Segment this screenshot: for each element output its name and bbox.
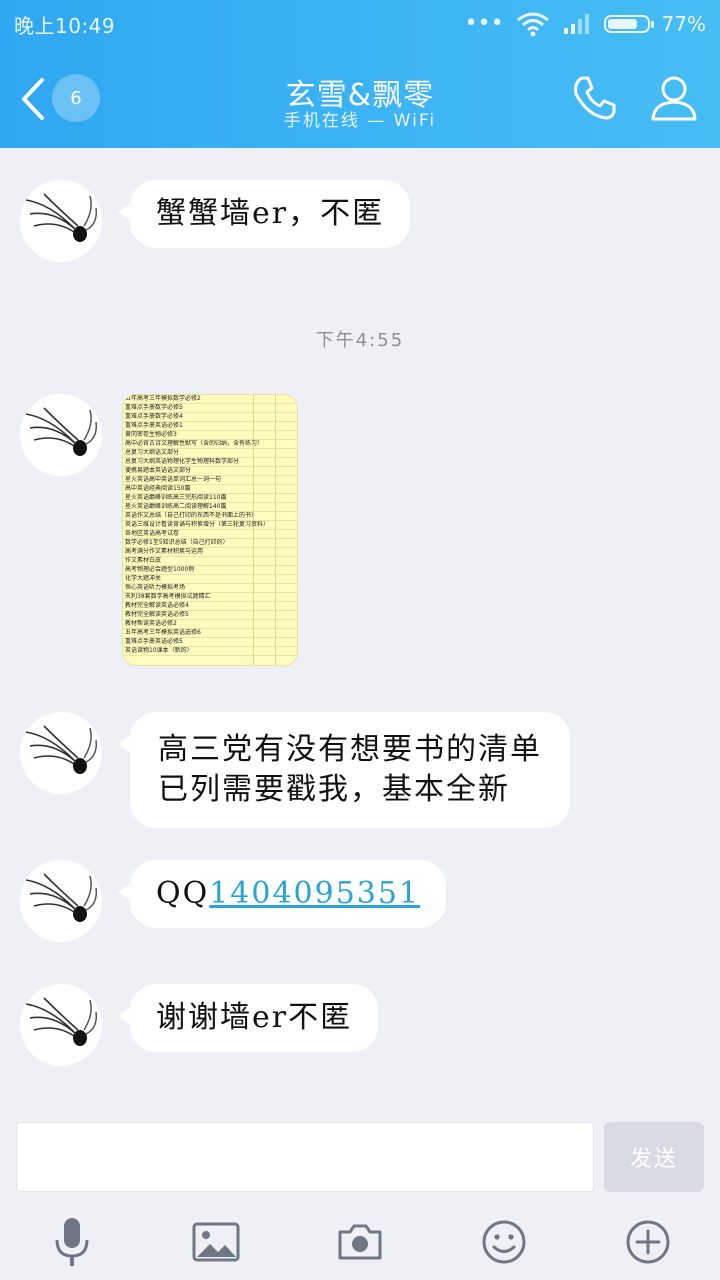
sheet-row: 高考满分作文素材积累与运用 (123, 548, 297, 557)
microphone-icon (55, 1218, 89, 1266)
avatar[interactable] (20, 984, 102, 1066)
message-row: QQ1404095351 (20, 860, 447, 942)
sheet-row: 恒心英语听力模拟考场 (123, 584, 297, 593)
signal-icon (563, 14, 589, 34)
sheet-row: 英语作文总结（自己打印的东西不是书面上的书） (123, 512, 297, 521)
sheet-row: 总复习大纲语文部分 (123, 449, 297, 458)
phone-icon (574, 76, 616, 120)
emoji-button[interactable] (478, 1216, 530, 1268)
sheet-row: 便携易题本英语语文部分 (123, 467, 297, 476)
battery-percent: 77% (661, 12, 706, 36)
spreadsheet-image[interactable]: 五年高考三年模拟数学必修2 重难点手册数学必修5 重难点手册数学必修4 重难点手册英语… (122, 394, 298, 666)
message-input[interactable] (16, 1122, 594, 1192)
ink-fish-avatar-icon (25, 997, 98, 1046)
status-icons: ••• 77% (465, 8, 706, 40)
qq-prefix: QQ (156, 876, 210, 911)
sheet-row: 教材完全解读英语必修5 (123, 611, 297, 620)
voice-button[interactable] (46, 1216, 98, 1268)
sheet-row: 教材完全解读英语必修4 (123, 602, 297, 611)
sheet-row: 化学大题冲关 (123, 575, 297, 584)
avatar[interactable] (20, 712, 102, 794)
message-row: 高三党有没有想要书的清单 已列需要戳我，基本全新 (20, 712, 570, 828)
status-time: 晚上10:49 (14, 14, 116, 38)
sheet-row: 星火英语高中英语单词汇总一词一句 (123, 476, 297, 485)
message-row: 五年高考三年模拟数学必修2 重难点手册数学必修5 重难点手册数学必修4 重难点手册英语… (20, 394, 298, 666)
sheet-row: 星火英语巅峰训练高二阅读理解140篇 (123, 503, 297, 512)
plus-circle-icon (626, 1220, 670, 1264)
sheet-row: 高中英语经典阅读150篇 (123, 485, 297, 494)
message-line: 高三党有没有想要书的清单 (158, 732, 542, 767)
back-arrow-icon (22, 78, 44, 120)
more-button[interactable] (622, 1216, 674, 1268)
sheet-row: 黄冈密卷生物必修3 (123, 431, 297, 440)
person-icon (651, 76, 697, 121)
avatar[interactable] (20, 860, 102, 942)
call-button[interactable] (568, 72, 620, 124)
avatar[interactable] (20, 394, 102, 476)
message-text: 谢谢墙er不匿 (156, 1000, 353, 1035)
sheet-row: 高中必背古诗文理解性默写（含的归纳，含有练习） (123, 440, 297, 449)
message-text: 蟹蟹墙er，不匿 (156, 196, 385, 231)
sheet-row: 作文素材白皮 (123, 557, 297, 566)
composer: 发送 (0, 1110, 720, 1280)
message-bubble[interactable]: QQ1404095351 (117, 860, 447, 928)
composer-toolbar (0, 1210, 720, 1274)
message-bubble[interactable]: 蟹蟹墙er，不匿 (117, 180, 411, 248)
sheet-row: 各地区英语高考试卷 (123, 530, 297, 539)
image-button[interactable] (190, 1216, 242, 1268)
sheet-row: 高考物理必会题型1000例 (123, 566, 297, 575)
wifi-icon (516, 12, 549, 37)
sheet-row: 教材帮读英语必修2 (123, 620, 297, 629)
ink-fish-avatar-icon (25, 873, 98, 922)
sheet-row: 重难点手册英语必修1 (123, 422, 297, 431)
status-bar: 晚上10:49 ••• 77% (0, 0, 720, 48)
more-dots-icon: ••• (464, 11, 504, 36)
camera-button[interactable] (334, 1216, 386, 1268)
avatar[interactable] (20, 180, 102, 262)
sheet-row: 星火英语巅峰训练高三完形阅读110篇 (123, 494, 297, 503)
ink-fish-avatar-icon (25, 193, 98, 242)
unread-count-badge[interactable]: 6 (52, 74, 100, 122)
message-text: 高三党有没有想要书的清单 已列需要戳我，基本全新 (130, 712, 570, 828)
message-text: QQ1404095351 (130, 860, 446, 928)
message-row: 蟹蟹墙er，不匿 (20, 180, 411, 262)
message-bubble[interactable]: 谢谢墙er不匿 (117, 984, 379, 1052)
sheet-row: 五年高考三年模拟英语选修6 (123, 629, 297, 638)
chat-subtitle: 手机在线 — WiFi (283, 111, 437, 131)
image-icon (192, 1222, 240, 1262)
smiley-icon (482, 1220, 526, 1264)
sheet-row: 重难点手册数学必修4 (123, 413, 297, 422)
sheet-row: 重难点手册英语必修5 (123, 638, 297, 647)
message-timestamp: 下午4:55 (315, 330, 405, 351)
battery-icon (603, 15, 654, 33)
sheet-row: 数学必修1至5知识总结（自己打印的） (123, 539, 297, 548)
sheet-row: 天利38套数学高考模拟试题精汇 (123, 593, 297, 602)
camera-icon (338, 1224, 382, 1260)
sheet-row: 五年高考三年模拟数学必修2 (123, 395, 297, 404)
profile-button[interactable] (648, 72, 700, 124)
sheet-row: 英语三维设计看读背诵与积累增分（第三轮复习资料） (123, 521, 297, 530)
sheet-row: 重难点手册数学必修5 (123, 404, 297, 413)
message-bubble[interactable]: 高三党有没有想要书的清单 已列需要戳我，基本全新 (118, 712, 570, 828)
message-line: 已列需要戳我，基本全新 (158, 772, 510, 807)
qq-number-link[interactable]: 1404095351 (209, 876, 420, 911)
battery-level (607, 19, 637, 29)
ink-fish-avatar-icon (25, 725, 98, 774)
sheet-row: 英语读物10课本（新的） (123, 647, 297, 656)
sheet-row: 总复习大纲英语物理化学生物理科数学部分 (123, 458, 297, 467)
ink-fish-avatar-icon (25, 407, 98, 456)
send-button[interactable]: 发送 (604, 1122, 704, 1192)
chat-header: 晚上10:49 ••• 77% 6 玄雪&飘零 手机在线 — WiFi (0, 0, 720, 148)
message-row: 谢谢墙er不匿 (20, 984, 379, 1066)
